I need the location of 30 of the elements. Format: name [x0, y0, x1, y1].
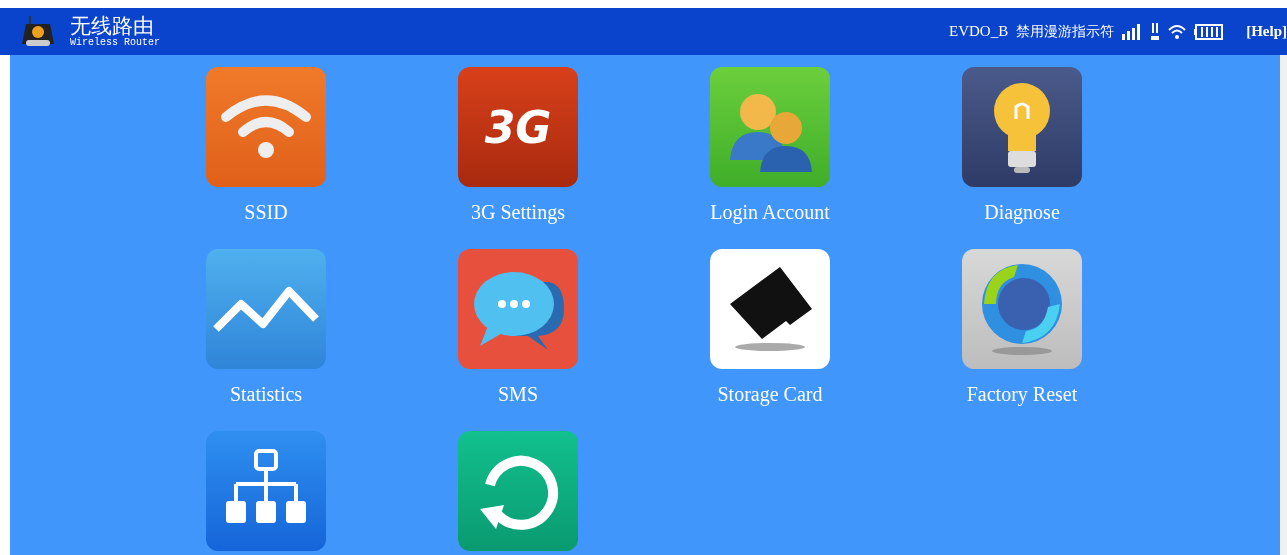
3g-logo: 3G: [484, 101, 552, 153]
app-tile[interactable]: 3G: [458, 67, 578, 187]
app-tile[interactable]: [710, 67, 830, 187]
tile-label: Storage Card: [717, 383, 823, 406]
battery-icon: [1194, 23, 1225, 40]
tile-label: Statistics: [229, 383, 303, 406]
network-type: EVDO_B: [949, 23, 1009, 40]
app-tile[interactable]: [710, 249, 830, 369]
app-tile[interactable]: [458, 431, 578, 551]
signal-icon: [1122, 23, 1143, 40]
help-link[interactable]: [Help]: [1246, 23, 1287, 40]
app-tile[interactable]: [206, 249, 326, 369]
tile-label: 3G Settings: [471, 201, 565, 224]
app-title: 无线路由: [70, 15, 155, 37]
tile-label: Factory Reset: [966, 383, 1078, 406]
tile-label: Diagnose: [984, 201, 1060, 224]
scrollbar-track[interactable]: [1280, 55, 1287, 555]
app-tile[interactable]: [962, 67, 1082, 187]
tile-label: Login Account: [710, 201, 830, 224]
app-tile[interactable]: [962, 249, 1082, 369]
app-tile[interactable]: [206, 67, 326, 187]
router-logo-icon: [20, 15, 56, 48]
app-tile[interactable]: [458, 249, 578, 369]
tile-label: SMS: [498, 383, 538, 406]
roaming-status: 禁用漫游指示符: [1016, 22, 1115, 41]
app-subtitle: Wireless Router: [70, 37, 160, 48]
tile-label: SSID: [244, 201, 288, 224]
wifi-status-icon: [1168, 23, 1187, 40]
data-transfer-icon: [1150, 22, 1161, 41]
app-tile[interactable]: [206, 431, 326, 551]
